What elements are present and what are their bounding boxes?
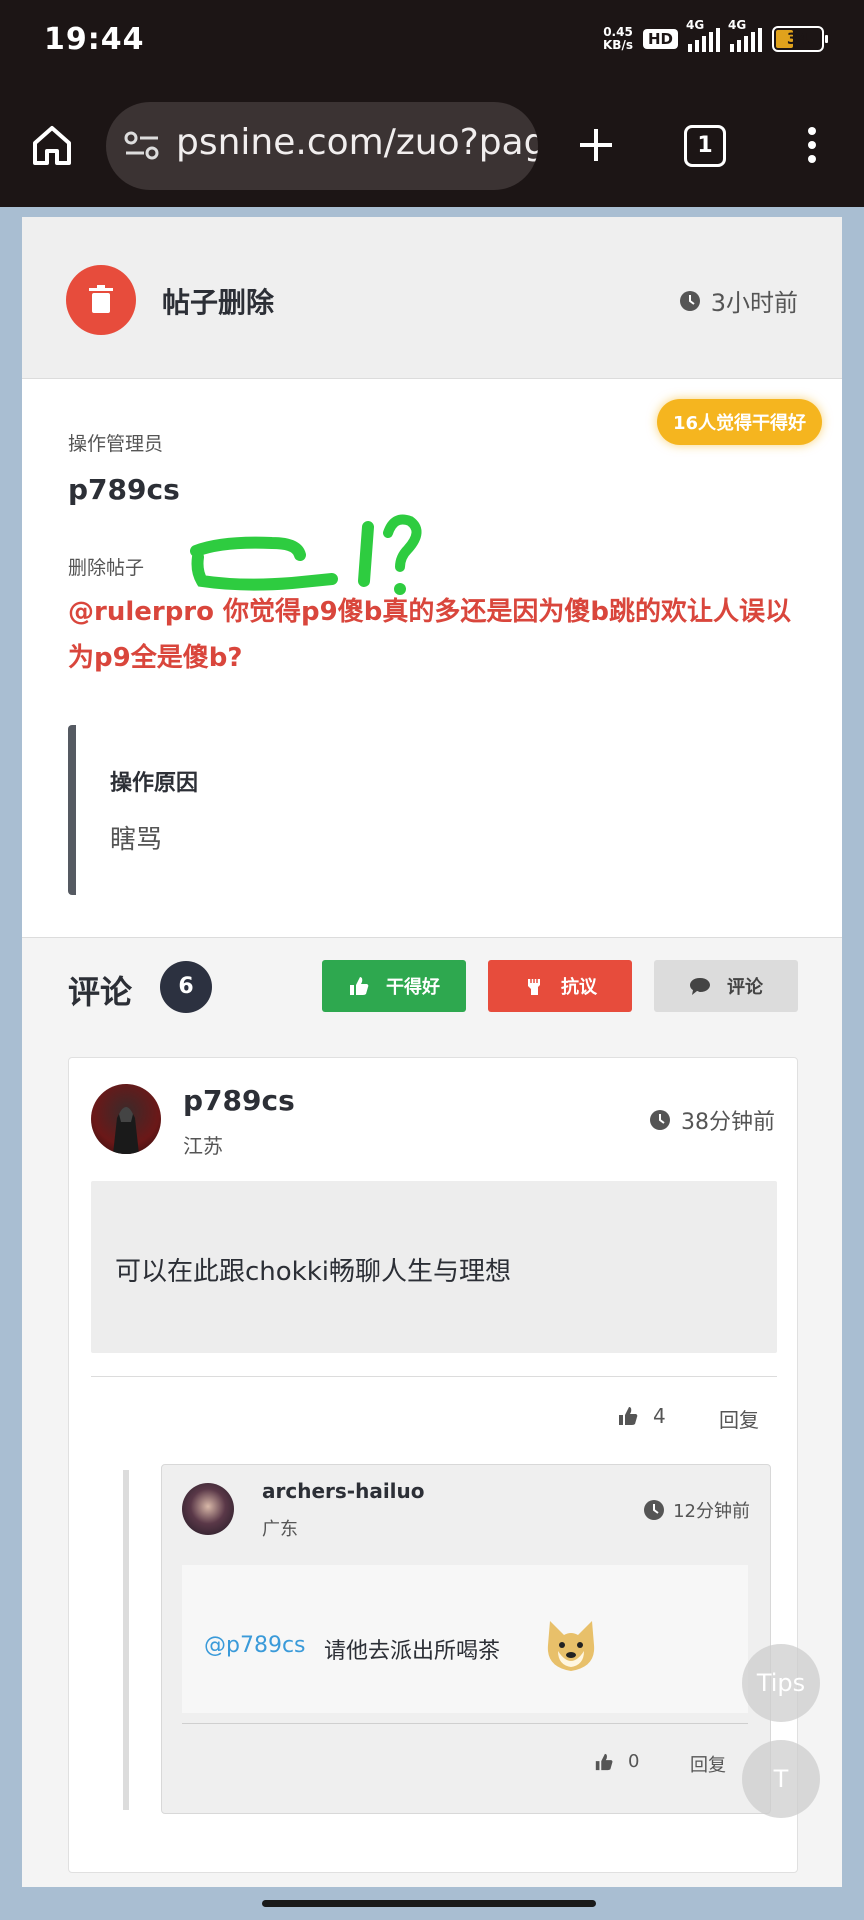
deleted-post-label: 删除帖子 bbox=[68, 557, 145, 579]
reply-body: @p789cs 请他去派出所喝茶 bbox=[182, 1565, 748, 1713]
battery-icon: 34 bbox=[772, 26, 828, 52]
browser-toolbar: psnine.com/zuo?page 1 bbox=[0, 85, 864, 207]
reason-title: 操作原因 bbox=[110, 771, 199, 796]
status-time: 19:44 bbox=[44, 22, 145, 57]
comment-location: 江苏 bbox=[183, 1134, 223, 1158]
thumbs-up-icon bbox=[350, 977, 369, 995]
reason-block: 操作原因 瞎骂 bbox=[68, 725, 808, 895]
admin-label: 操作管理员 bbox=[68, 433, 164, 455]
reply-time: 12分钟前 bbox=[643, 1497, 750, 1523]
status-indicators: 0.45 KB/s HD 4G 4G 34 bbox=[603, 18, 828, 52]
tips-button[interactable]: Tips bbox=[742, 1644, 820, 1722]
good-job-button[interactable]: 干得好 bbox=[322, 960, 466, 1012]
clock-icon bbox=[679, 290, 700, 311]
more-icon[interactable] bbox=[800, 123, 824, 167]
post-card: 帖子删除 3小时前 16人觉得干得好 操作管理员 p789cs 删除帖子 @ru… bbox=[22, 217, 842, 1887]
good-count-badge: 16人觉得干得好 bbox=[656, 399, 822, 445]
reply-thread-line bbox=[123, 1470, 129, 1810]
comment-item: p789cs 江苏 38分钟前 可以在此跟chokki畅聊人生与理想 4 回复 … bbox=[68, 1057, 798, 1873]
divider bbox=[182, 1723, 748, 1724]
comment-text: 可以在此跟chokki畅聊人生与理想 bbox=[115, 1257, 512, 1287]
comment-like-button[interactable]: 4 bbox=[617, 1404, 666, 1428]
clock-icon bbox=[650, 1110, 670, 1130]
avatar[interactable] bbox=[91, 1084, 161, 1154]
reply-item: archers-hailuo 广东 12分钟前 @p789cs 请他去派出所喝茶 bbox=[161, 1464, 771, 1814]
comment-time: 38分钟前 bbox=[649, 1104, 775, 1136]
reason-text: 瞎骂 bbox=[110, 825, 163, 855]
comment-button[interactable]: 评论 bbox=[654, 960, 798, 1012]
reply-reply-button[interactable]: 回复 bbox=[690, 1751, 726, 1777]
clock-icon bbox=[644, 1500, 665, 1520]
deleted-post-content: @rulerpro 你觉得p9傻b真的多还是因为傻b跳的欢让人误以为p9全是傻b… bbox=[68, 597, 791, 673]
reply-like-button[interactable]: 0 bbox=[594, 1751, 639, 1772]
mention-link[interactable]: @p789cs bbox=[204, 1633, 306, 1658]
comments-title: 评论 bbox=[68, 973, 133, 1011]
green-scribble-annotation bbox=[190, 514, 422, 595]
comment-author[interactable]: p789cs bbox=[183, 1084, 295, 1117]
url-text[interactable]: psnine.com/zuo?page bbox=[176, 122, 538, 163]
divider bbox=[91, 1376, 777, 1377]
top-button[interactable]: T bbox=[742, 1740, 820, 1818]
home-icon[interactable] bbox=[30, 123, 74, 167]
avatar[interactable] bbox=[182, 1483, 234, 1535]
psn-watermark-logo: PSN bbox=[690, 1850, 741, 1875]
thumbs-up-icon bbox=[595, 1753, 613, 1770]
tabs-icon[interactable]: 1 bbox=[684, 125, 726, 167]
signal-icon-2: 4G bbox=[728, 18, 762, 52]
reply-author[interactable]: archers-hailuo bbox=[262, 1479, 425, 1503]
fist-icon bbox=[528, 979, 540, 995]
protest-button[interactable]: 抗议 bbox=[488, 960, 632, 1012]
reply-location: 广东 bbox=[262, 1519, 298, 1540]
plus-icon[interactable] bbox=[574, 123, 618, 167]
doge-emoji-icon bbox=[547, 1621, 595, 1671]
gesture-bar[interactable] bbox=[262, 1900, 596, 1907]
card-header: 帖子删除 3小时前 bbox=[22, 217, 842, 379]
comment-reply-button[interactable]: 回复 bbox=[719, 1404, 759, 1433]
comment-body: 可以在此跟chokki畅聊人生与理想 bbox=[91, 1181, 777, 1353]
comments-count-badge: 6 bbox=[160, 961, 212, 1013]
page-title: 帖子删除 bbox=[162, 286, 275, 319]
admin-name[interactable]: p789cs bbox=[68, 473, 180, 506]
status-bar: 19:44 0.45 KB/s HD 4G 4G 34 bbox=[0, 0, 864, 85]
trash-icon bbox=[66, 265, 136, 335]
reply-text: 请他去派出所喝茶 bbox=[324, 1639, 501, 1664]
post-time: 3小时前 bbox=[679, 283, 798, 318]
hd-icon: HD bbox=[642, 29, 678, 49]
thumbs-up-icon bbox=[619, 1407, 638, 1425]
address-bar[interactable]: psnine.com/zuo?page bbox=[106, 102, 538, 190]
site-settings-icon[interactable] bbox=[124, 130, 160, 162]
network-speed: 0.45 KB/s bbox=[603, 25, 633, 52]
signal-icon: 4G bbox=[686, 18, 720, 52]
comment-icon bbox=[690, 978, 710, 995]
